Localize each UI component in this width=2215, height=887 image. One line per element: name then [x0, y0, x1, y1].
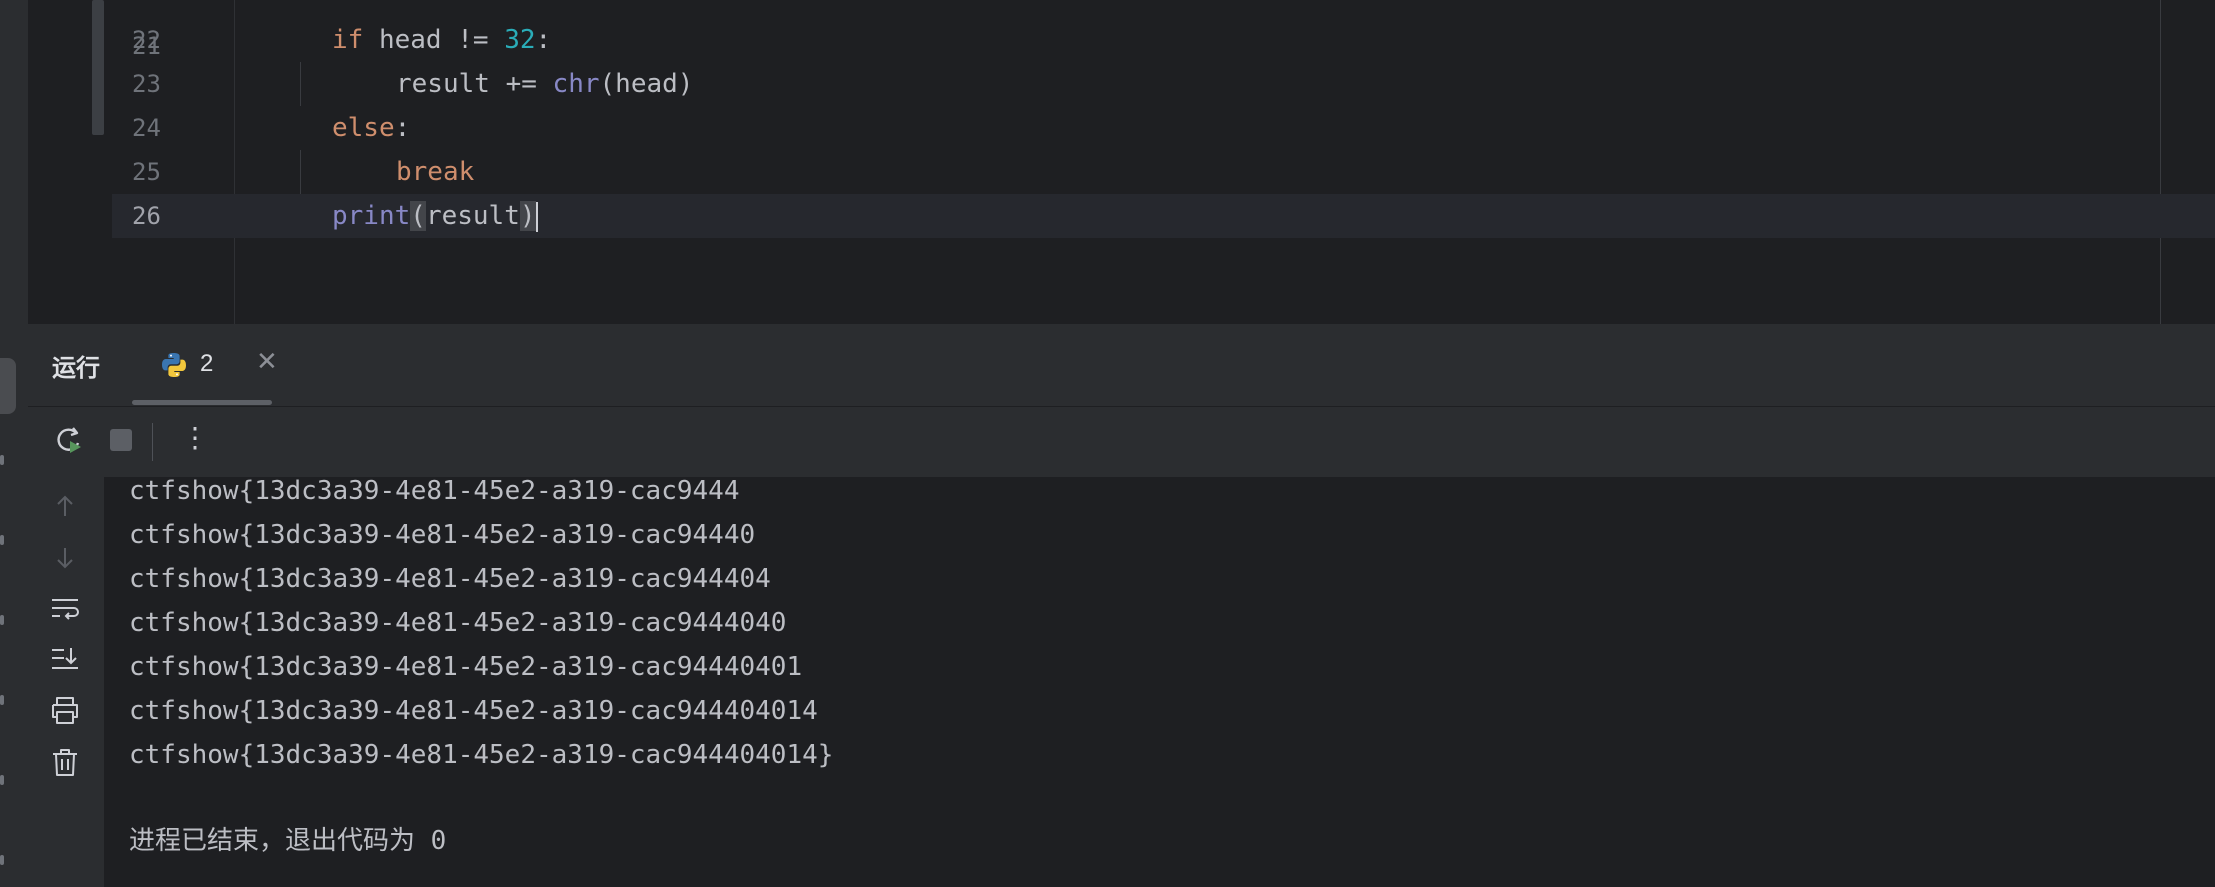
code-token: if: [332, 25, 364, 55]
code-token: (head): [599, 69, 694, 99]
code-token: chr: [552, 69, 600, 99]
toolbar-separator: [152, 423, 153, 461]
code-token: else: [332, 113, 395, 143]
console-output-line: ctfshow{13dc3a39-4e81-45e2-a319-cac94440…: [129, 652, 803, 682]
indent-guide: [300, 62, 301, 106]
code-token: result +=: [396, 69, 553, 99]
code-line: 24 else:: [112, 106, 2215, 150]
console-output-line: ctfshow{13dc3a39-4e81-45e2-a319-cac94440…: [129, 696, 818, 726]
tool-window-button[interactable]: [0, 695, 4, 705]
line-number: 24: [132, 114, 161, 142]
scroll-to-end-icon[interactable]: [48, 641, 82, 675]
arrow-up-icon[interactable]: [48, 489, 82, 523]
line-number: 25: [132, 158, 161, 186]
trash-icon[interactable]: [48, 745, 82, 779]
run-tool-window-button[interactable]: [0, 358, 16, 414]
soft-wrap-icon[interactable]: [48, 591, 82, 625]
stop-icon[interactable]: [104, 423, 138, 457]
code-text: print(result): [332, 194, 538, 238]
python-icon: [162, 353, 186, 377]
console-output-line: ctfshow{13dc3a39-4e81-45e2-a319-cac94440…: [129, 608, 787, 638]
code-token: 32: [504, 25, 536, 55]
run-panel-title: 运行: [52, 355, 100, 382]
console-output-line: ctfshow{13dc3a39-4e81-45e2-a319-cac94440…: [129, 564, 771, 594]
code-token: ): [519, 201, 536, 231]
code-line: 25 break: [112, 150, 2215, 194]
run-config-tab[interactable]: 2 ✕: [132, 324, 302, 406]
rerun-icon[interactable]: [52, 423, 86, 457]
print-icon[interactable]: [48, 693, 82, 727]
line-number: 22: [132, 26, 161, 54]
code-line: 23 result += chr(head): [112, 62, 2215, 106]
process-exit-message: 进程已结束，退出代码为 0: [129, 826, 447, 856]
code-line: 22 if head != 32:: [112, 18, 2215, 62]
tool-window-button[interactable]: [0, 535, 4, 545]
code-token: :: [394, 113, 411, 143]
tool-window-button[interactable]: [0, 615, 4, 625]
left-tool-strip: [0, 0, 29, 887]
run-header: 运行 2 ✕: [28, 324, 2215, 407]
run-tab-label: 2: [200, 350, 214, 377]
code-token: break: [396, 157, 475, 187]
code-token: (: [410, 201, 426, 231]
code-text: result += chr(head): [396, 62, 693, 106]
console-output[interactable]: ctfshow{13dc3a39-4e81-45e2-a319-cac9444 c…: [105, 477, 2215, 887]
text-caret: [535, 201, 538, 232]
console-output-line: ctfshow{13dc3a39-4e81-45e2-a319-cac94440…: [129, 740, 834, 770]
code-token: print: [332, 201, 411, 231]
editor-scrollbar-thumb[interactable]: [92, 0, 104, 135]
line-number: 26: [132, 202, 161, 230]
indent-guide: [300, 150, 301, 194]
run-tool-window: 运行 2 ✕ ⋮ ctfshow{13dc3a39-4e81-45e2-a319…: [28, 324, 2215, 887]
console-side-toolbar: [28, 477, 105, 887]
close-icon[interactable]: ✕: [256, 346, 278, 377]
code-text: else:: [332, 106, 410, 150]
console-output-line: ctfshow{13dc3a39-4e81-45e2-a319-cac94440: [129, 520, 756, 550]
code-text: if head != 32:: [332, 18, 551, 62]
tool-window-button[interactable]: [0, 855, 4, 865]
tab-selected-indicator: [132, 400, 272, 405]
code-token: result: [425, 201, 520, 231]
code-text: break: [396, 150, 474, 194]
code-token: :: [535, 25, 552, 55]
console-output-line: ctfshow{13dc3a39-4e81-45e2-a319-cac9444: [129, 477, 740, 506]
more-vertical-icon[interactable]: ⋮: [178, 422, 212, 457]
tool-window-button[interactable]: [0, 455, 4, 465]
code-line: 26 print(result): [112, 194, 2215, 238]
line-number: 23: [132, 70, 161, 98]
run-toolbar: ⋮: [28, 407, 2215, 477]
code-token: head !=: [363, 25, 505, 55]
tool-window-button[interactable]: [0, 775, 4, 785]
code-editor[interactable]: 21 22 if head != 32: 23 result += chr(head)…: [28, 0, 2215, 324]
arrow-down-icon[interactable]: [48, 541, 82, 575]
